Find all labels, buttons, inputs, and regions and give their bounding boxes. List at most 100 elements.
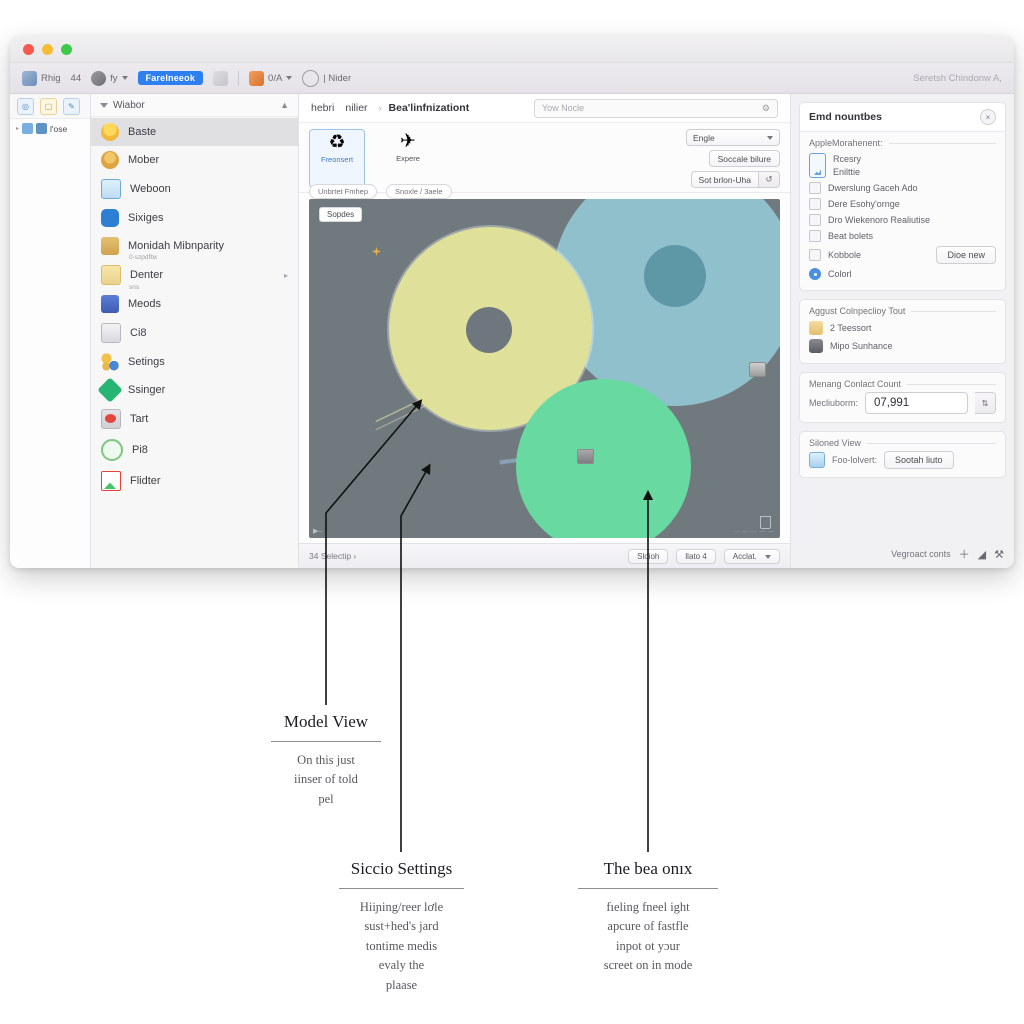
editor-toolbar: ♻ Freonsert ✈ Expere Unbrtet Fmhep Snoxl… <box>299 123 790 199</box>
count-input[interactable]: 07,991 <box>865 392 968 414</box>
phone-icon <box>809 153 826 178</box>
wrench-icon[interactable]: ⚒ <box>994 548 1004 561</box>
chip-unbrtet[interactable]: Unbrtet Fmhep <box>309 184 378 199</box>
group-label-text: Siloned View <box>809 438 861 448</box>
status-button-llato[interactable]: llato 4 <box>676 548 716 564</box>
sidebar-item-denter[interactable]: Denter sns ▸ <box>91 260 298 291</box>
reset-icon[interactable]: ↺ <box>758 171 780 188</box>
sidebar-item-weboon[interactable]: Weboon <box>91 174 298 204</box>
chip-snoxle[interactable]: Snoxle / 3aele <box>386 184 452 199</box>
sidebar-item-meods[interactable]: Meods <box>91 290 298 318</box>
thumbnail-tile[interactable] <box>577 449 594 464</box>
notes-icon[interactable]: ▢ <box>40 97 57 115</box>
close-window-button[interactable] <box>23 43 34 55</box>
globe-icon <box>91 70 107 86</box>
sidebar-item-mober[interactable]: Mober <box>91 146 298 174</box>
toolbar-item-history[interactable]: | Nider <box>302 69 351 87</box>
breadcrumb-highlight[interactable]: nilier <box>341 101 372 115</box>
compat-row-label: 2 Teessort <box>830 323 872 333</box>
cube-icon <box>101 295 119 313</box>
checkbox-row-1[interactable]: Dwerslung Gaceh Ado <box>809 180 996 196</box>
sootah-liuto-button[interactable]: Sootah liuto <box>884 451 954 469</box>
trash-icon[interactable] <box>760 516 771 529</box>
checkbox-row-3[interactable]: Dro Wiekenoro Realiutise <box>809 212 996 228</box>
sidebar-item-label: Monidah Mibnparity <box>128 240 224 252</box>
bell-icon <box>101 123 119 141</box>
chevron-right-icon[interactable]: ▸ <box>284 271 288 280</box>
sidebar-item-ssinger[interactable]: Ssinger <box>91 376 298 404</box>
breadcrumb-first[interactable]: hebri <box>311 102 334 114</box>
sidebar-item-settings[interactable]: Setings <box>91 348 298 376</box>
project-icon[interactable]: ◎ <box>17 97 34 115</box>
checkbox-row-2[interactable]: Dere Esohy'ornge <box>809 196 996 212</box>
callout-body: On this just iinser of told pel <box>294 753 358 806</box>
node-icon <box>22 123 34 134</box>
sidebar-item-sixiges[interactable]: Sixiges <box>91 204 298 232</box>
checkbox-label: Dro Wiekenoro Realiutise <box>828 215 931 225</box>
radio-row-color[interactable]: Colorl <box>809 266 996 282</box>
thumbnail-tile[interactable] <box>749 362 766 377</box>
yellow-core[interactable] <box>466 307 512 353</box>
inspector-card-settings: Emd nountbes × AppleMorahenent: Rcesry E… <box>799 102 1006 291</box>
viewport-scale-button[interactable]: Soccale bilure <box>708 150 780 167</box>
sidebar-item-pi8[interactable]: Pi8 <box>91 434 298 466</box>
stepper-icon[interactable]: ⇅ <box>975 392 996 414</box>
zoom-window-button[interactable] <box>61 43 72 55</box>
chevron-right-icon[interactable]: ▸ <box>16 125 19 132</box>
tool-button-expere[interactable]: ✈ Expere <box>381 129 435 188</box>
sidebar-item-baste[interactable]: Baste <box>91 118 298 146</box>
checkbox-row-4[interactable]: Beat bolets <box>809 228 996 244</box>
search-input[interactable]: Yow Nocle ⚙ <box>534 98 778 118</box>
callout-body: Hiiɲing/reer lơle sust+hed's jard tontime … <box>359 900 444 992</box>
checkbox[interactable] <box>809 182 821 194</box>
sidebar-item-label: Denter <box>130 269 164 281</box>
viewport-mode-select[interactable]: Engle <box>686 129 780 146</box>
edit-icon[interactable]: ✎ <box>63 97 80 115</box>
phone-row[interactable]: Rcesry Enilttie <box>809 151 996 180</box>
mail-icon <box>101 179 121 199</box>
callout-siccio-settings: Siccio Settings Hiiɲing/reer lơle sust+he… <box>339 859 464 995</box>
blue-core[interactable] <box>644 245 706 307</box>
title-bar <box>10 36 1014 63</box>
status-button-sloioh[interactable]: Sloioh <box>628 548 669 564</box>
plus-icon[interactable]: ＋ <box>959 546 970 562</box>
checkbox[interactable] <box>809 214 821 226</box>
toolbar-primary-pill[interactable]: Farelneeok <box>137 71 204 85</box>
status-dropdown-acclat[interactable]: Acclat. <box>723 548 780 564</box>
group-label-text: Aggust Colnpeclioy Tout <box>809 306 906 316</box>
chevron-up-icon[interactable]: ▲ <box>280 100 289 110</box>
sidebar-item-ci8[interactable]: Ci8 <box>91 318 298 348</box>
sidebar-item-flidter[interactable]: Flidter <box>91 466 298 496</box>
status-right-group: Sloioh llato 4 Acclat. <box>628 548 780 564</box>
viewport-canvas[interactable]: Sopdes ▶‒ — — — — — <box>309 199 780 538</box>
navigator-root-row[interactable]: ▸ l'ose <box>10 119 90 138</box>
minimize-window-button[interactable] <box>42 43 53 55</box>
close-icon[interactable]: × <box>980 109 996 125</box>
viewport-split-label[interactable]: Sot brlon-Uha <box>690 171 758 188</box>
checkbox[interactable] <box>809 249 821 261</box>
sidebar-header[interactable]: Wiabor ▲ <box>91 94 298 117</box>
toolbar-item-app[interactable]: Rhig <box>22 70 61 86</box>
compat-row-1[interactable]: 2 Teessort <box>809 319 996 337</box>
window-icon[interactable] <box>213 70 229 86</box>
radio-button[interactable] <box>809 268 821 280</box>
toolbar-item-mode[interactable]: 0/A <box>249 70 293 86</box>
navigator-root-label: l'ose <box>50 123 68 134</box>
sidebar-item-tart[interactable]: Tart <box>91 404 298 434</box>
dice-new-button[interactable]: Dioe new <box>936 246 996 264</box>
card-body: Menang Conlact Count Mecliuborm: 07,991 … <box>800 373 1005 422</box>
sidebar-item-monidah[interactable]: Monidah Mibnparity 0-szpdfbx <box>91 232 298 261</box>
sidebar-item-label: Sixiges <box>128 212 164 224</box>
checkbox-row-5[interactable]: Kobbole Dioe new <box>809 244 996 266</box>
tower-icon <box>101 323 121 343</box>
tool-button-freonsert[interactable]: ♻ Freonsert <box>309 129 365 188</box>
compat-row-2[interactable]: Mipo Sunhance <box>809 337 996 355</box>
checkbox[interactable] <box>809 198 821 210</box>
inspector-card-count: Menang Conlact Count Mecliuborm: 07,991 … <box>799 372 1006 423</box>
settings-slider-icon[interactable]: ⚙ <box>762 103 770 114</box>
chart-icon[interactable]: ◢ <box>978 548 986 561</box>
toolbar-item-globe[interactable]: fy <box>91 70 128 86</box>
checkbox[interactable] <box>809 230 821 242</box>
card-header: Emd nountbes × <box>800 103 1005 132</box>
count-input-row: Mecliuborm: 07,991 ⇅ <box>809 392 996 414</box>
